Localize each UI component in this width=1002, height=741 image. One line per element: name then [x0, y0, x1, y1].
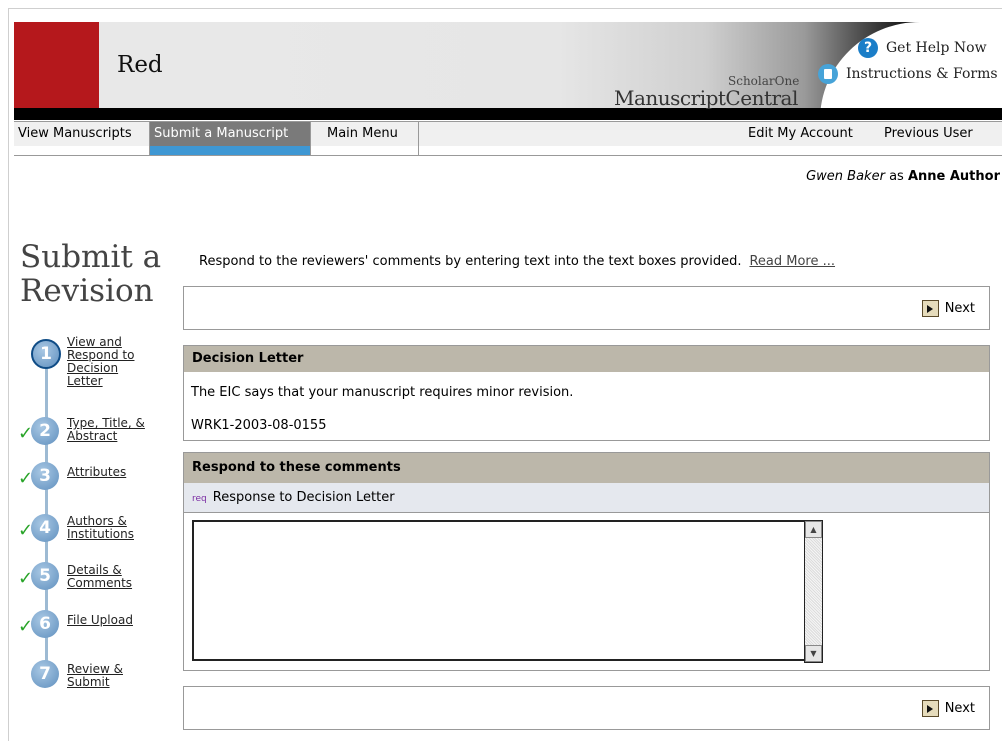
question-icon: ? — [858, 38, 878, 58]
arrow-right-icon — [921, 300, 939, 317]
next-label: Next — [944, 701, 975, 716]
next-button-bottom[interactable]: Next — [921, 700, 975, 717]
user-name: Gwen Baker — [806, 169, 885, 184]
manuscript-id: WRK1-2003-08-0155 — [191, 418, 327, 433]
instructions-text: Respond to the reviewers' comments by en… — [199, 254, 835, 269]
nav-previous-user[interactable]: Previous User — [884, 122, 973, 146]
step-6-number-icon: 6 — [31, 610, 59, 638]
get-help-link[interactable]: ? Get Help Now — [858, 38, 987, 58]
decision-letter-header: Decision Letter — [183, 345, 990, 373]
read-more-link[interactable]: Read More ... — [749, 254, 835, 269]
step-4-number-icon: 4 — [31, 514, 59, 542]
header-black-bar — [14, 108, 1002, 120]
user-as: as — [889, 169, 904, 184]
brand-name: Red — [117, 52, 163, 78]
manuscriptcentral-logo-text: ManuscriptCentral — [614, 86, 798, 110]
textarea-scrollbar[interactable]: ▲ ▼ — [804, 520, 823, 663]
required-marker: req — [192, 494, 207, 504]
step-4-label[interactable]: Authors & Institutions — [67, 515, 162, 541]
user-identity: Gwen Baker as Anne Author — [806, 169, 1000, 184]
response-field-label: Response to Decision Letter — [212, 490, 395, 505]
step-3-number-icon: 3 — [31, 462, 59, 490]
nav-view-manuscripts[interactable]: View Manuscripts — [14, 122, 149, 155]
decision-text: The EIC says that your manuscript requir… — [191, 385, 574, 400]
main-nav: View Manuscripts Submit a Manuscript Mai… — [14, 121, 1002, 156]
nav-submit-manuscript[interactable]: Submit a Manuscript — [150, 122, 310, 155]
page-title: Submit a Revision — [20, 239, 162, 309]
scroll-down-icon[interactable]: ▼ — [805, 645, 822, 662]
next-label: Next — [944, 301, 975, 316]
step-5-number-icon: 5 — [31, 562, 59, 590]
response-field-label-row: req Response to Decision Letter — [183, 483, 990, 513]
next-button-top[interactable]: Next — [921, 300, 975, 317]
document-icon — [818, 64, 838, 84]
get-help-label: Get Help Now — [886, 40, 987, 56]
step-2-label[interactable]: Type, Title, & Abstract — [67, 417, 153, 443]
response-textarea[interactable] — [192, 520, 806, 661]
step-3-label[interactable]: Attributes — [67, 466, 162, 479]
decision-letter-heading: Decision Letter — [192, 351, 304, 366]
scroll-up-icon[interactable]: ▲ — [805, 521, 822, 538]
user-role: Anne Author — [907, 169, 1000, 184]
instructions-forms-label: Instructions & Forms — [846, 66, 998, 82]
step-7-number-icon: 7 — [31, 660, 59, 688]
window-left-border — [8, 8, 9, 741]
nav-main-menu[interactable]: Main Menu — [311, 122, 418, 155]
response-textarea-container: ▲ ▼ — [183, 512, 990, 671]
bottom-next-bar: Next — [183, 686, 990, 730]
brand-red-block — [14, 22, 99, 108]
nav-view-manuscripts-label: View Manuscripts — [14, 122, 149, 146]
step-1-label[interactable]: View and Respond to Decision Letter — [67, 336, 157, 388]
nav-submit-manuscript-label: Submit a Manuscript — [150, 122, 310, 146]
arrow-right-icon — [921, 700, 939, 717]
instructions-body: Respond to the reviewers' comments by en… — [199, 254, 742, 269]
step-1-number-icon: 1 — [31, 339, 61, 369]
window-top-border — [8, 8, 1002, 9]
respond-heading: Respond to these comments — [192, 460, 401, 475]
instructions-forms-link[interactable]: Instructions & Forms — [818, 64, 998, 84]
step-7-label[interactable]: Review & Submit — [67, 663, 162, 689]
nav-main-menu-label: Main Menu — [311, 122, 418, 146]
nav-edit-account[interactable]: Edit My Account — [748, 122, 853, 146]
step-5-label[interactable]: Details & Comments — [67, 564, 162, 590]
respond-header: Respond to these comments — [183, 452, 990, 484]
active-tab-indicator — [150, 146, 310, 155]
top-next-bar: Next — [183, 286, 990, 330]
step-2-number-icon: 2 — [31, 417, 59, 445]
step-6-label[interactable]: File Upload — [67, 614, 162, 627]
